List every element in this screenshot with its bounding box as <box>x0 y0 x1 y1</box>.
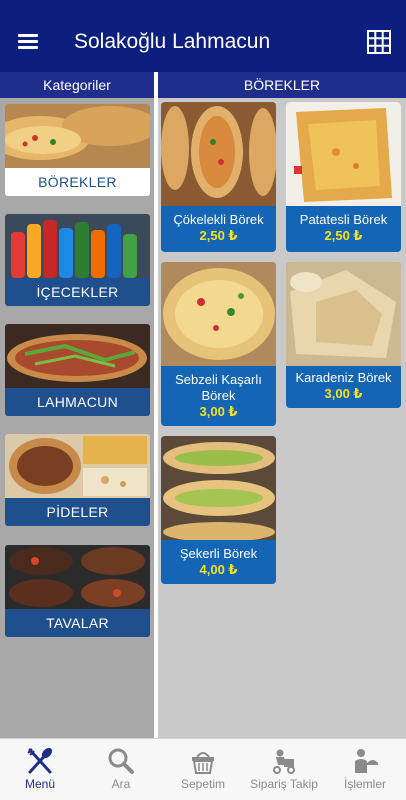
product-info: Karadeniz Börek 3,00 ₺ <box>286 366 401 408</box>
tab-operations[interactable]: İşlemler <box>325 739 405 800</box>
product-price: 3,00 ₺ <box>199 404 238 419</box>
product-price: 2,50 ₺ <box>324 228 363 243</box>
product-card[interactable]: Sebzeli Kaşarlı Börek 3,00 ₺ <box>161 262 276 426</box>
product-info: Patatesli Börek 2,50 ₺ <box>286 206 401 252</box>
category-tavalar[interactable]: TAVALAR <box>5 545 150 637</box>
tava-image <box>5 545 150 609</box>
category-label: LAHMACUN <box>5 388 150 416</box>
product-info: Şekerli Börek 4,00 ₺ <box>161 540 276 584</box>
drinks-image <box>5 214 150 278</box>
bottom-tab-bar: Menü Ara Sepetim Sipariş Takip İşlemler <box>0 738 406 800</box>
product-card[interactable]: Çökelekli Börek 2,50 ₺ <box>161 102 276 252</box>
basket-icon <box>192 752 214 774</box>
product-name: Patatesli Börek <box>299 212 388 227</box>
product-card[interactable]: Şekerli Börek 4,00 ₺ <box>161 436 276 584</box>
category-icecekler[interactable]: İÇECEKLER <box>5 214 150 306</box>
tab-label: Ara <box>111 777 131 791</box>
category-label: TAVALAR <box>5 609 150 637</box>
category-label: İÇECEKLER <box>5 278 150 306</box>
category-label: BÖREKLER <box>5 168 150 196</box>
page-title: Solakoğlu Lahmacun <box>74 30 271 53</box>
tab-label: Sepetim <box>180 777 226 791</box>
product-card[interactable]: Patatesli Börek 2,50 ₺ <box>286 102 401 252</box>
product-info: Çökelekli Börek 2,50 ₺ <box>161 206 276 252</box>
tab-label: Sipariş Takip <box>250 777 318 791</box>
category-pideler[interactable]: PİDELER <box>5 434 150 526</box>
product-name: Karadeniz Börek <box>295 370 392 385</box>
tab-label: Menü <box>24 777 56 791</box>
tab-search[interactable]: Ara <box>81 739 161 800</box>
product-name: Çökelekli Börek <box>173 212 264 227</box>
tab-menu[interactable]: Menü <box>0 739 80 800</box>
category-label: PİDELER <box>5 498 150 526</box>
category-header: Kategoriler <box>0 72 154 98</box>
product-card[interactable]: Karadeniz Börek 3,00 ₺ <box>286 262 401 408</box>
product-header: BÖREKLER <box>158 72 406 98</box>
product-image <box>161 436 276 540</box>
tab-basket[interactable]: Sepetim <box>163 739 243 800</box>
product-info: Sebzeli Kaşarlı Börek 3,00 ₺ <box>161 366 276 426</box>
app-bar: Solakoğlu Lahmacun <box>0 0 406 72</box>
borek-image <box>5 104 150 168</box>
product-price: 2,50 ₺ <box>199 228 238 243</box>
product-image <box>161 102 276 206</box>
category-borekler[interactable]: BÖREKLER <box>5 104 150 196</box>
fork-knife-icon <box>27 747 53 774</box>
category-lahmacun[interactable]: LAHMACUN <box>5 324 150 416</box>
product-price: 4,00 ₺ <box>199 562 238 577</box>
product-name: Sebzeli Kaşarlı Börek <box>175 372 262 403</box>
pide-image <box>5 434 150 498</box>
product-image <box>286 262 401 366</box>
product-name: Şekerli Börek <box>179 546 258 561</box>
tab-order-tracking[interactable]: Sipariş Takip <box>244 739 324 800</box>
product-panel: BÖREKLER Çökelekli Börek 2,50 ₺ Patatesl… <box>158 72 406 738</box>
grid-view-icon[interactable] <box>367 30 391 54</box>
delivery-icon <box>273 749 295 774</box>
hamburger-menu-icon[interactable] <box>18 34 40 52</box>
product-image <box>286 102 401 206</box>
waiter-icon <box>355 749 378 773</box>
category-panel: Kategoriler BÖREKLER İÇECEKLER LAHMACUN … <box>0 72 156 738</box>
search-icon <box>108 748 134 774</box>
product-image <box>161 262 276 366</box>
lahmacun-image <box>5 324 150 388</box>
tab-label: İşlemler <box>343 777 386 791</box>
product-price: 3,00 ₺ <box>324 386 363 401</box>
